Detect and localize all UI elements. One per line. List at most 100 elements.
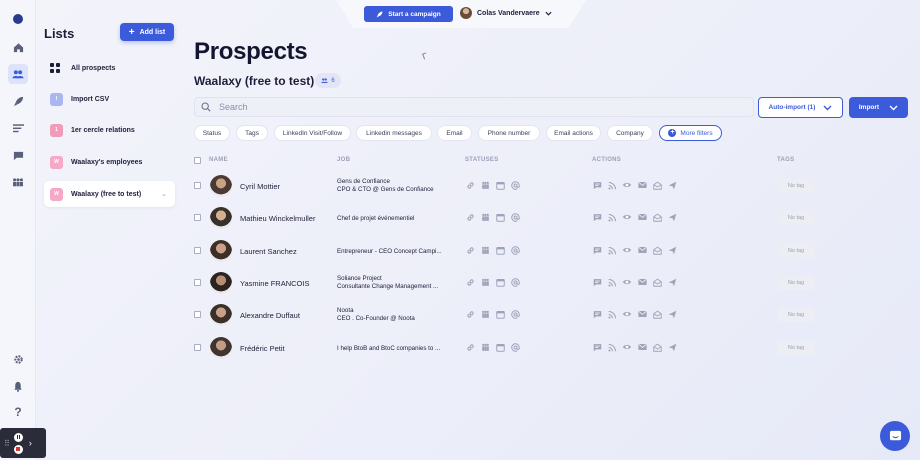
filter-company[interactable]: Company (607, 125, 653, 141)
at-icon[interactable] (510, 180, 520, 190)
eye-icon[interactable] (622, 342, 632, 352)
list-item-waalaxy-free[interactable]: W Waalaxy (free to test) ⌄ (44, 181, 175, 207)
linkedin-users-icon[interactable] (480, 309, 490, 319)
logo-icon[interactable] (9, 10, 27, 28)
calendar-icon[interactable] (495, 342, 505, 352)
at-icon[interactable] (510, 342, 520, 352)
rss-icon[interactable] (607, 212, 617, 222)
mail-icon[interactable] (637, 309, 647, 319)
list-item-1er-cercle[interactable]: 1 1er cercle relations (44, 117, 175, 143)
avatar[interactable] (210, 207, 232, 229)
link-icon[interactable] (465, 245, 475, 255)
list-item-all-prospects[interactable]: All prospects (44, 55, 175, 81)
rss-icon[interactable] (607, 245, 617, 255)
screen-recorder-widget[interactable]: ⠿ › (0, 428, 46, 458)
filter-phone-number[interactable]: Phone number (478, 125, 540, 141)
tag-badge[interactable]: No tag (778, 211, 814, 225)
column-header-job[interactable]: JOB (337, 157, 350, 163)
table-row[interactable]: Frédéric Petit I help BtoB and BtoC compa… (194, 334, 814, 364)
user-menu[interactable]: Colas Vandervaere (460, 7, 552, 19)
support-chat-button[interactable] (880, 421, 910, 451)
message-icon[interactable] (592, 245, 602, 255)
filter-email-actions[interactable]: Email actions (546, 125, 601, 141)
select-all-checkbox[interactable] (194, 157, 201, 164)
row-checkbox[interactable] (194, 182, 201, 189)
table-row[interactable]: Yasmine FRANCOIS Soliance Project Consulta… (194, 269, 814, 299)
prospect-name[interactable]: Mathieu Winckelmuller (240, 214, 315, 223)
avatar[interactable] (210, 240, 232, 262)
users-icon[interactable] (8, 64, 28, 84)
send-icon[interactable] (667, 309, 677, 319)
start-campaign-button[interactable]: Start a campaign (364, 6, 453, 22)
avatar[interactable] (210, 272, 232, 294)
linkedin-users-icon[interactable] (480, 212, 490, 222)
send-icon[interactable] (667, 245, 677, 255)
prospect-name[interactable]: Cyril Mottier (240, 182, 280, 191)
column-header-name[interactable]: NAME (209, 157, 228, 163)
linkedin-users-icon[interactable] (480, 277, 490, 287)
mail-open-icon[interactable] (652, 212, 662, 222)
row-checkbox[interactable] (194, 214, 201, 221)
row-checkbox[interactable] (194, 311, 201, 318)
row-checkbox[interactable] (194, 247, 201, 254)
send-icon[interactable] (667, 277, 677, 287)
filter-linkedin-visit[interactable]: LinkedIn Visit/Follow (274, 125, 351, 141)
chevron-down-icon[interactable]: ⌄ (161, 190, 167, 198)
stop-icon[interactable] (13, 444, 23, 454)
team-icon[interactable] (9, 173, 27, 191)
send-icon[interactable] (667, 342, 677, 352)
prospect-name[interactable]: Frédéric Petit (240, 344, 285, 353)
pause-icon[interactable] (13, 432, 23, 442)
calendar-icon[interactable] (495, 277, 505, 287)
tag-badge[interactable]: No tag (778, 276, 814, 290)
add-list-button[interactable]: + Add list (120, 23, 174, 41)
tag-badge[interactable]: No tag (778, 341, 814, 355)
help-icon[interactable]: ? (9, 403, 27, 421)
prospect-name[interactable]: Laurent Sanchez (240, 247, 297, 256)
more-filters-button[interactable]: + More filters (659, 125, 722, 141)
tag-badge[interactable]: No tag (778, 244, 814, 258)
eye-icon[interactable] (622, 212, 632, 222)
message-icon[interactable] (592, 277, 602, 287)
tag-badge[interactable]: No tag (778, 308, 814, 322)
linkedin-users-icon[interactable] (480, 245, 490, 255)
link-icon[interactable] (465, 180, 475, 190)
list-item-waalaxy-employees[interactable]: W Waalaxy's employees (44, 149, 175, 175)
at-icon[interactable] (510, 309, 520, 319)
prospect-name[interactable]: Yasmine FRANCOIS (240, 279, 309, 288)
send-icon[interactable] (667, 212, 677, 222)
search-bar[interactable] (194, 97, 754, 117)
link-icon[interactable] (465, 342, 475, 352)
link-icon[interactable] (465, 212, 475, 222)
linkedin-users-icon[interactable] (480, 342, 490, 352)
mail-icon[interactable] (637, 212, 647, 222)
filter-status[interactable]: Status (194, 125, 230, 141)
link-icon[interactable] (465, 309, 475, 319)
table-row[interactable]: Laurent Sanchez Entrepreneur - CEO Concep… (194, 237, 814, 267)
bell-icon[interactable] (9, 377, 27, 395)
linkedin-users-icon[interactable] (480, 180, 490, 190)
calendar-icon[interactable] (495, 212, 505, 222)
rss-icon[interactable] (607, 180, 617, 190)
send-icon[interactable] (667, 180, 677, 190)
avatar[interactable] (210, 304, 232, 326)
chevron-right-icon[interactable]: › (29, 438, 32, 448)
table-row[interactable]: Alexandre Duffaut Noota CEO . Co-Founder @… (194, 301, 814, 331)
mail-open-icon[interactable] (652, 309, 662, 319)
message-icon[interactable] (592, 212, 602, 222)
table-row[interactable]: Mathieu Winckelmuller Chef de projet évén… (194, 204, 814, 234)
drag-handle-icon[interactable]: ⠿ (4, 439, 10, 448)
message-icon[interactable] (592, 180, 602, 190)
at-icon[interactable] (510, 245, 520, 255)
mail-open-icon[interactable] (652, 342, 662, 352)
calendar-icon[interactable] (495, 180, 505, 190)
prospect-name[interactable]: Alexandre Duffaut (240, 311, 300, 320)
row-checkbox[interactable] (194, 279, 201, 286)
avatar[interactable] (210, 175, 232, 197)
at-icon[interactable] (510, 212, 520, 222)
eye-icon[interactable] (622, 180, 632, 190)
mail-open-icon[interactable] (652, 277, 662, 287)
list-item-import-csv[interactable]: I Import CSV (44, 86, 175, 112)
filter-linkedin-messages[interactable]: Linkedin messages (356, 125, 432, 141)
filter-tags[interactable]: Tags (236, 125, 268, 141)
